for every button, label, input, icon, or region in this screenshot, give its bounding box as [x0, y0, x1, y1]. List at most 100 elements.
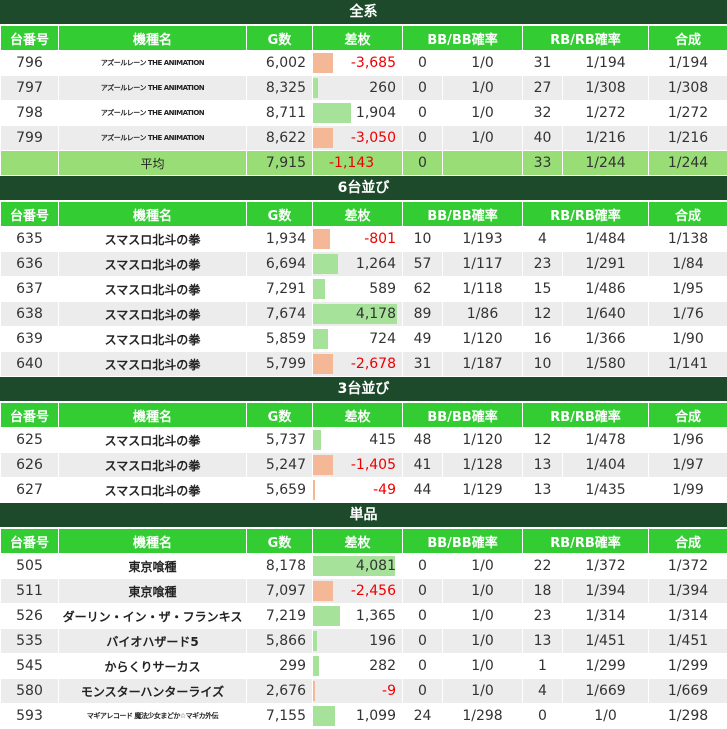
diff-bar-positive: [313, 706, 335, 726]
header-rb: RB/RB確率: [523, 26, 649, 51]
diff-cell: -1,405: [313, 453, 403, 478]
rb-count: 13: [523, 478, 563, 503]
rb-count: 4: [523, 227, 563, 252]
rb-rate: 1/372: [563, 554, 649, 579]
machine-no: 638: [1, 302, 59, 327]
diff-value: -49: [373, 482, 396, 498]
machine-no: 626: [1, 453, 59, 478]
game-count: 8,325: [247, 76, 313, 101]
table-row: 635スマスロ北斗の拳1,934-801101/19341/4841/138: [1, 227, 727, 252]
average-diff: -1,143: [313, 151, 403, 176]
table-row: 797アズールレーン THE ANIMATION8,32526001/0271/…: [1, 76, 727, 101]
bb-count: 31: [403, 352, 443, 377]
header-machine-no: 台番号: [1, 403, 59, 428]
game-count: 5,659: [247, 478, 313, 503]
diff-value: 260: [369, 80, 396, 96]
header-total: 合成: [649, 403, 727, 428]
bb-rate: 1/120: [443, 327, 523, 352]
bb-rate: 1/0: [443, 654, 523, 679]
diff-cell: -3,685: [313, 51, 403, 76]
header-machine-name: 機種名: [59, 403, 247, 428]
header-total: 合成: [649, 202, 727, 227]
header-rb: RB/RB確率: [523, 202, 649, 227]
bb-count: 0: [403, 101, 443, 126]
header-rb: RB/RB確率: [523, 403, 649, 428]
header-diff: 差枚: [313, 202, 403, 227]
machine-no: 625: [1, 428, 59, 453]
header-rb: RB/RB確率: [523, 529, 649, 554]
machine-no: 580: [1, 679, 59, 704]
rb-count: 22: [523, 554, 563, 579]
rb-rate: 1/394: [563, 579, 649, 604]
average-games: 7,915: [247, 151, 313, 176]
bb-count: 0: [403, 604, 443, 629]
machine-name: からくりサーカス: [59, 654, 247, 679]
diff-cell: -2,678: [313, 352, 403, 377]
total-rate: 1/299: [649, 654, 727, 679]
header-machine-name: 機種名: [59, 529, 247, 554]
bb-rate: 1/298: [443, 704, 523, 729]
machine-name: 東京喰種: [59, 579, 247, 604]
machine-no: 593: [1, 704, 59, 729]
bb-rate: 1/193: [443, 227, 523, 252]
header-machine-no: 台番号: [1, 26, 59, 51]
header-row: 台番号機種名G数差枚BB/BB確率RB/RB確率合成: [1, 202, 727, 227]
rb-rate: 1/640: [563, 302, 649, 327]
rb-count: 4: [523, 679, 563, 704]
diff-cell: 4,081: [313, 554, 403, 579]
game-count: 8,178: [247, 554, 313, 579]
table-row: 798アズールレーン THE ANIMATION8,7111,90401/032…: [1, 101, 727, 126]
bb-rate: 1/0: [443, 51, 523, 76]
rb-rate: 1/451: [563, 629, 649, 654]
machine-no: 535: [1, 629, 59, 654]
machine-no: 799: [1, 126, 59, 151]
diff-value: -3,685: [351, 55, 396, 71]
bb-count: 0: [403, 554, 443, 579]
header-total: 合成: [649, 529, 727, 554]
diff-bar-negative: [313, 229, 330, 249]
total-rate: 1/194: [649, 51, 727, 76]
game-count: 8,711: [247, 101, 313, 126]
section-title: 6台並び: [0, 176, 727, 201]
diff-cell: 589: [313, 277, 403, 302]
header-games: G数: [247, 202, 313, 227]
table-row: 799アズールレーン THE ANIMATION8,622-3,05001/04…: [1, 126, 727, 151]
game-count: 5,859: [247, 327, 313, 352]
average-bb: 0: [403, 151, 443, 176]
table-row: 593マギアレコード 魔法少女まどか☆マギカ外伝7,1551,099241/29…: [1, 704, 727, 729]
rb-count: 12: [523, 302, 563, 327]
header-bb: BB/BB確率: [403, 529, 523, 554]
header-games: G数: [247, 26, 313, 51]
rb-rate: 1/404: [563, 453, 649, 478]
game-count: 7,155: [247, 704, 313, 729]
bb-count: 0: [403, 629, 443, 654]
header-machine-name: 機種名: [59, 26, 247, 51]
diff-value: 196: [369, 633, 396, 649]
machine-name: アズールレーン THE ANIMATION: [59, 101, 247, 126]
header-bb: BB/BB確率: [403, 403, 523, 428]
table-row: 636スマスロ北斗の拳6,6941,264571/117231/2911/84: [1, 252, 727, 277]
bb-count: 0: [403, 76, 443, 101]
diff-cell: -3,050: [313, 126, 403, 151]
section-table: 台番号機種名G数差枚BB/BB確率RB/RB確率合成796アズールレーン THE…: [0, 25, 727, 176]
diff-value: -9: [382, 683, 396, 699]
table-row: 505東京喰種8,1784,08101/0221/3721/372: [1, 554, 727, 579]
rb-count: 23: [523, 604, 563, 629]
diff-bar-positive: [313, 430, 321, 450]
diff-bar-positive: [313, 279, 325, 299]
diff-bar-negative: [313, 480, 315, 500]
diff-value: 415: [369, 432, 396, 448]
bb-count: 62: [403, 277, 443, 302]
rb-rate: 1/299: [563, 654, 649, 679]
machine-name: 東京喰種: [59, 554, 247, 579]
rb-count: 12: [523, 428, 563, 453]
header-row: 台番号機種名G数差枚BB/BB確率RB/RB確率合成: [1, 529, 727, 554]
diff-bar-positive: [313, 103, 351, 123]
diff-cell: 260: [313, 76, 403, 101]
total-rate: 1/99: [649, 478, 727, 503]
total-rate: 1/272: [649, 101, 727, 126]
rb-rate: 1/308: [563, 76, 649, 101]
header-games: G数: [247, 529, 313, 554]
bb-rate: 1/0: [443, 579, 523, 604]
rb-rate: 1/216: [563, 126, 649, 151]
